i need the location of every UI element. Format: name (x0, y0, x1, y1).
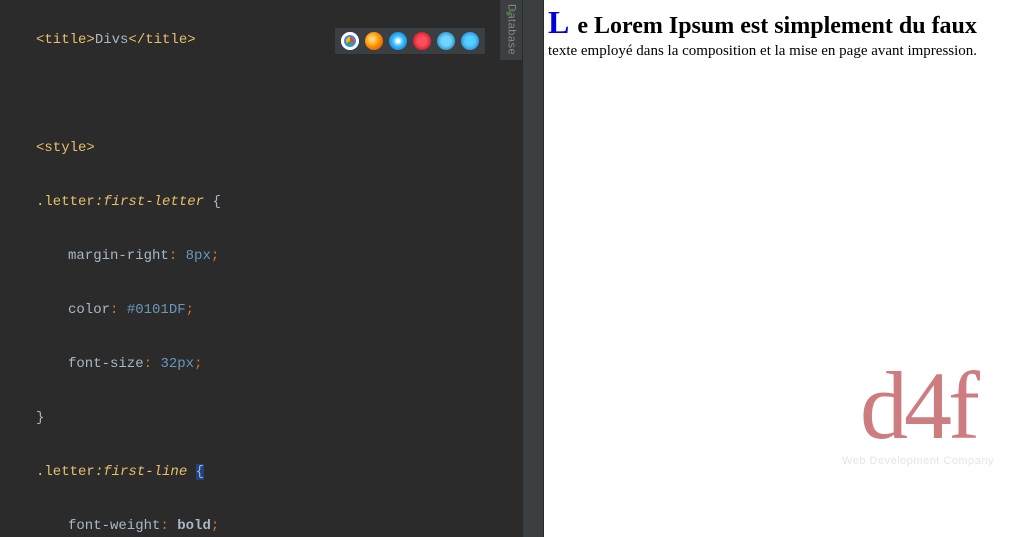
pseudo-first-letter: :first-letter (95, 194, 204, 210)
title-text: Divs (95, 32, 129, 48)
code-editor-pane[interactable]: ✔ Database <title>Divs</title> <style> .… (0, 0, 522, 537)
prop-margin-right: margin-right (68, 248, 169, 264)
tag-title-close: </title> (128, 32, 195, 48)
safari-icon[interactable] (389, 32, 407, 50)
val-hex: #0101DF (127, 302, 186, 318)
tag-title-open: <title> (36, 32, 95, 48)
tag-style-open: <style> (36, 140, 95, 156)
prop-color: color (68, 302, 110, 318)
opera-icon[interactable] (413, 32, 431, 50)
watermark-logo-text: d4f (842, 363, 994, 449)
val-32: 32 (160, 356, 177, 372)
watermark: d4f Web Development Company (842, 363, 994, 467)
edge-icon[interactable] (461, 32, 479, 50)
selector-letter: .letter (36, 194, 95, 210)
chrome-icon[interactable] (341, 32, 359, 50)
watermark-tagline: Web Development Company (842, 455, 994, 467)
browser-preview-toolbar (334, 27, 486, 55)
prop-font-size: font-size (68, 356, 144, 372)
browser-preview-pane: Le Lorem Ipsum est simplement du faux te… (544, 0, 1024, 537)
val-8: 8 (186, 248, 194, 264)
prop-font-weight: font-weight (68, 518, 160, 534)
val-bold: bold (177, 518, 211, 534)
pseudo-first-line: :first-line (95, 464, 187, 480)
preview-content: Le Lorem Ipsum est simplement du faux te… (544, 0, 1024, 63)
firefox-icon[interactable] (365, 32, 383, 50)
unit-px: px (194, 248, 211, 264)
rendered-paragraph: Le Lorem Ipsum est simplement du faux te… (548, 2, 1020, 61)
selector-letter-2: .letter (36, 464, 95, 480)
validation-check-icon: ✔ (506, 4, 514, 21)
code-area[interactable]: <title>Divs</title> <style> .letter:firs… (0, 0, 522, 537)
ie-icon[interactable] (437, 32, 455, 50)
brace-open-match: { (196, 464, 204, 480)
pane-splitter[interactable] (522, 0, 544, 537)
